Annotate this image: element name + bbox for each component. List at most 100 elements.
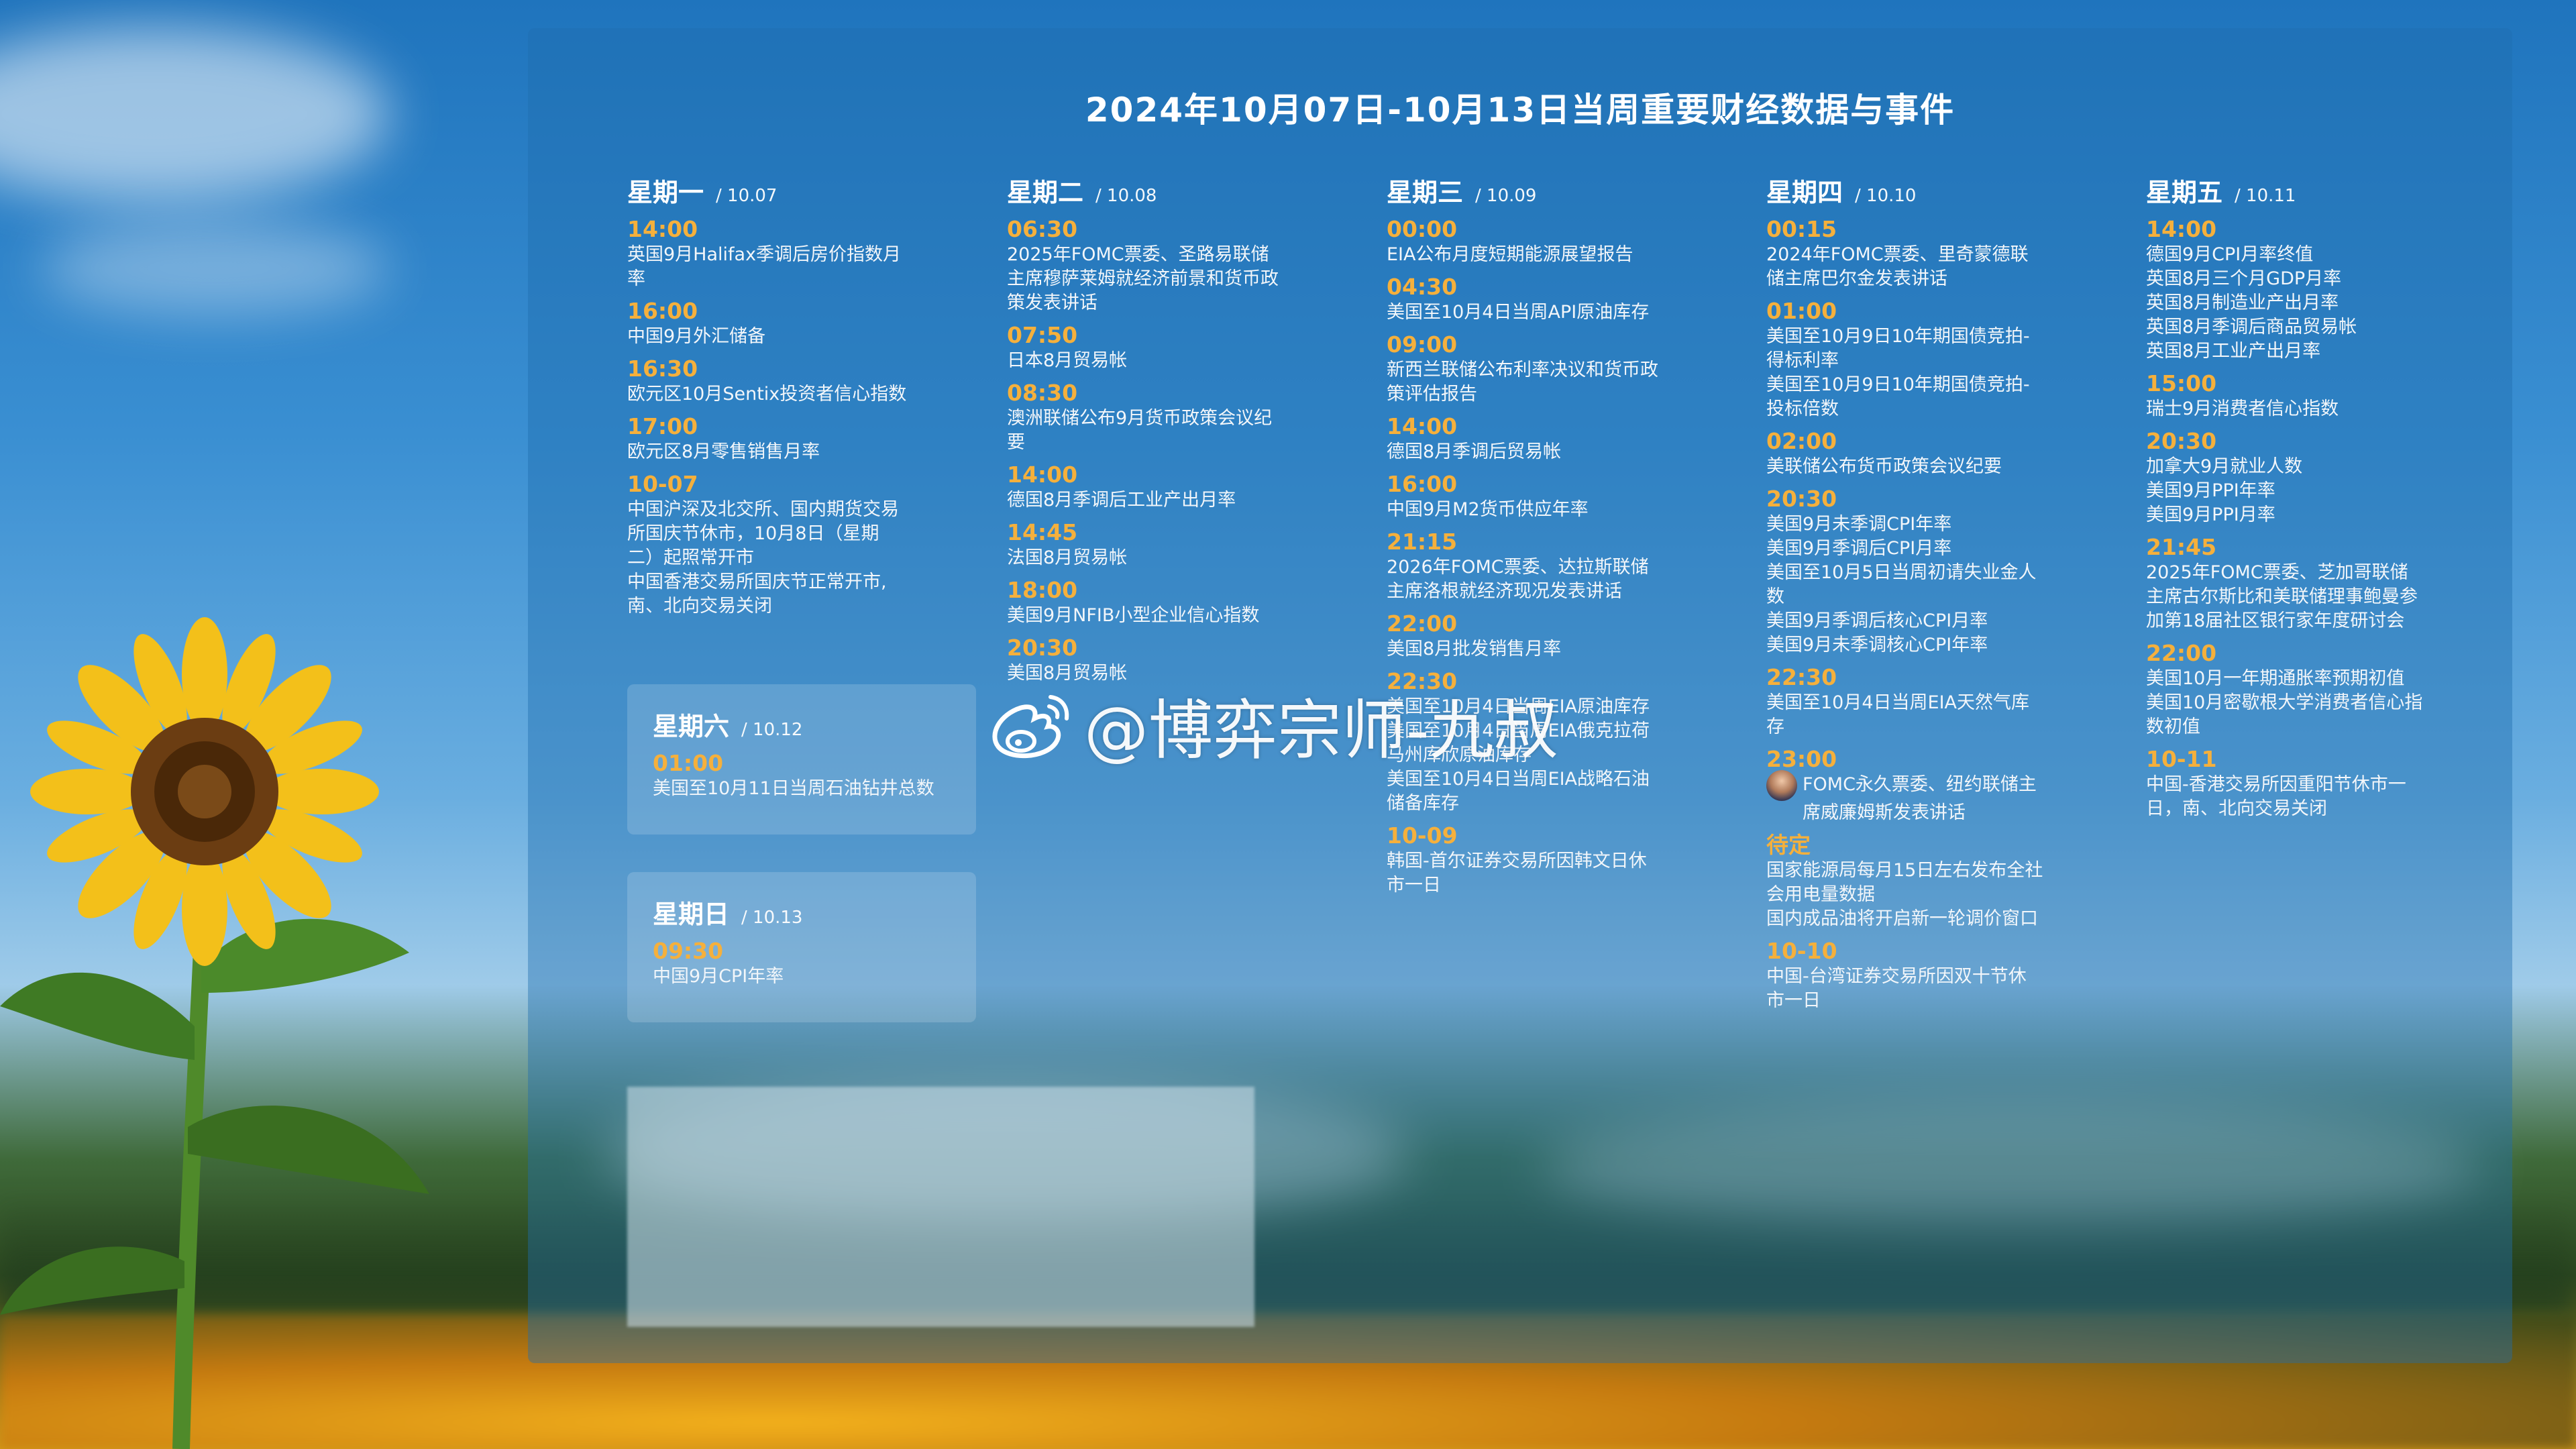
event-list: 00:00 EIA公布月度短期能源展望报告 04:30 美国至10月4日当周API原油…	[1387, 216, 1735, 898]
event-item: 04:30 美国至10月4日当周API原油库存	[1387, 274, 1735, 325]
event-list: 06:30 2025年FOMC票委、圣路易联储 主席穆萨莱姆就经济前景和货币政 策发表…	[1007, 216, 1356, 686]
event-item: 23:00 FOMC永久票委、纽约联储主 席威廉姆斯发表讲话	[1766, 746, 2115, 825]
event-description: 德国8月季调后工业产出月率	[1007, 490, 1236, 511]
event-item: 10-09 韩国-首尔证券交易所因韩文日休 市一日	[1387, 822, 1735, 898]
day-column-tuesday: 星期二 / 10.08 06:30 2025年FOMC票委、圣路易联储 主席穆萨莱姆…	[1007, 172, 1356, 692]
event-item: 21:45 2025年FOMC票委、芝加哥联储 主席古尔斯比和美联储理事鲍曼参 加第1…	[2146, 534, 2495, 633]
event-time: 22:30	[1766, 664, 1837, 690]
event-description: 市一日	[1766, 990, 1821, 1011]
event-time: 10-11	[2146, 746, 2217, 772]
event-description: 加拿大9月就业人数	[2146, 456, 2303, 477]
event-description: 市一日	[1387, 875, 1441, 896]
event-item: 16:00 中国9月M2货币供应年率	[1387, 471, 1735, 522]
event-time: 06:30	[1007, 216, 1078, 242]
event-item: 10-07 中国沪深及北交所、国内期货交易 所国庆节休市，10月8日（星期 二）起照常…	[627, 471, 976, 619]
event-time: 22:00	[2146, 640, 2217, 666]
event-item: 22:00 美国8月批发销售月率	[1387, 610, 1735, 661]
event-item: 01:00 美国至10月9日10年期国债竞拍- 得标利率 美国至10月9日10年期国债…	[1766, 298, 2115, 421]
weibo-icon	[992, 695, 1069, 759]
day-header: 星期五 / 10.11	[2146, 172, 2495, 212]
event-description: 美国10月密歇根大学消费者信心指	[2146, 692, 2423, 713]
event-description: 储备库存	[1387, 793, 1459, 814]
event-time: 09:00	[1387, 331, 1458, 358]
event-description: 国家能源局每月15日左右发布全社	[1766, 860, 2043, 881]
event-description: 美国至10月11日当周石油钻井总数	[653, 778, 934, 799]
page-title: 2024年10月07日-10月13日当周重要财经数据与事件	[1085, 91, 1955, 129]
event-time: 02:00	[1766, 428, 1837, 454]
day-header: 星期一 / 10.07	[627, 172, 976, 212]
event-description: 2024年FOMC票委、里奇蒙德联	[1766, 244, 2029, 265]
day-date: / 10.10	[1855, 186, 1917, 206]
event-description: 欧元区8月零售销售月率	[627, 441, 820, 462]
day-name: 星期四	[1766, 178, 1843, 207]
event-time: 20:30	[2146, 428, 2217, 454]
day-date: / 10.11	[2235, 186, 2296, 206]
event-item: 20:30 美国9月未季调CPI年率 美国9月季调后CPI月率 美国至10月5日当周初…	[1766, 486, 2115, 657]
day-name: 星期一	[627, 178, 704, 207]
event-description: 2025年FOMC票委、芝加哥联储	[2146, 562, 2408, 583]
event-description: 率	[627, 268, 645, 289]
event-time: 待定	[1766, 832, 1811, 858]
event-item: 22:00 美国10月一年期通胀率预期初值 美国10月密歇根大学消费者信心指 数初值	[2146, 640, 2495, 739]
event-list: 14:00 德国9月CPI月率终值 英国8月三个月GDP月率 英国8月制造业产出月率英…	[2146, 216, 2495, 821]
day-header: 星期日 / 10.13	[653, 894, 951, 934]
event-item: 14:00 德国9月CPI月率终值 英国8月三个月GDP月率 英国8月制造业产出月率英…	[2146, 216, 2495, 364]
event-time: 00:15	[1766, 216, 1837, 242]
day-date: / 10.09	[1475, 186, 1537, 206]
event-description: 投标倍数	[1766, 398, 1839, 419]
event-description: 所国庆节休市，10月8日（星期	[627, 523, 879, 544]
event-time: 17:00	[627, 413, 698, 439]
event-description: 存	[1766, 716, 1784, 737]
event-description: 二）起照常开市	[627, 547, 754, 568]
day-column-wednesday: 星期三 / 10.09 00:00 EIA公布月度短期能源展望报告 04:30 美国至…	[1387, 172, 1735, 904]
frosted-overlay	[627, 1087, 1254, 1327]
day-date: / 10.08	[1095, 186, 1157, 206]
event-description: 美国9月PPI年率	[2146, 480, 2275, 501]
day-name: 星期五	[2146, 178, 2223, 207]
event-description: 美国9月季调后CPI月率	[1766, 538, 1952, 559]
event-description: 美国8月批发销售月率	[1387, 639, 1562, 659]
event-time: 14:00	[627, 216, 698, 242]
event-time: 09:30	[653, 938, 724, 964]
event-description: 美国9月NFIB小型企业信心指数	[1007, 605, 1260, 626]
event-time: 16:30	[627, 356, 698, 382]
event-description: 中国-台湾证券交易所因双十节休	[1766, 966, 2027, 987]
event-time: 21:45	[2146, 534, 2217, 560]
event-description: 欧元区10月Sentix投资者信心指数	[627, 384, 907, 405]
event-description: FOMC永久票委、纽约联储主	[1803, 774, 2037, 795]
event-description: 美国至10月9日10年期国债竞拍-	[1766, 374, 2030, 395]
event-description: 中国香港交易所国庆节正常开市,	[627, 572, 887, 592]
event-description: 会用电量数据	[1766, 884, 1875, 905]
event-description: 美国10月一年期通胀率预期初值	[2146, 668, 2405, 689]
day-header: 星期二 / 10.08	[1007, 172, 1356, 212]
event-item: 01:00 美国至10月11日当周石油钻井总数	[653, 750, 951, 801]
event-time: 07:50	[1007, 322, 1078, 348]
event-time: 00:00	[1387, 216, 1458, 242]
event-description: 得标利率	[1766, 350, 1839, 371]
event-description: 主席古尔斯比和美联储理事鲍曼参	[2146, 586, 2418, 607]
event-time: 14:00	[2146, 216, 2217, 242]
event-item: 14:00 英国9月Halifax季调后房价指数月率	[627, 216, 976, 291]
day-header: 星期三 / 10.09	[1387, 172, 1735, 212]
cloud	[0, 27, 389, 201]
event-list: 00:15 2024年FOMC票委、里奇蒙德联 储主席巴尔金发表讲话 01:00 美国至…	[1766, 216, 2115, 1013]
event-description: 席威廉姆斯发表讲话	[1803, 802, 1966, 823]
event-description: 数初值	[2146, 716, 2200, 737]
event-description: 日，南、北向交易关闭	[2146, 798, 2327, 819]
event-time: 23:00	[1766, 746, 1837, 772]
day-name: 星期三	[1387, 178, 1464, 207]
event-description: 瑞士9月消费者信心指数	[2146, 398, 2339, 419]
event-item: 10-11 中国-香港交易所因重阳节休市一 日，南、北向交易关闭	[2146, 746, 2495, 821]
event-list: 01:00 美国至10月11日当周石油钻井总数	[653, 750, 951, 801]
event-item: 20:30 加拿大9月就业人数 美国9月PPI年率 美国9月PPI月率	[2146, 428, 2495, 527]
event-time: 10-10	[1766, 938, 1837, 964]
day-column-friday: 星期五 / 10.11 14:00 德国9月CPI月率终值 英国8月三个月GDP月率…	[2146, 172, 2495, 828]
event-description: 美国9月未季调核心CPI年率	[1766, 635, 1988, 655]
event-description: EIA公布月度短期能源展望报告	[1387, 244, 1633, 265]
event-description: 要	[1007, 432, 1025, 453]
event-item: 09:00 新西兰联储公布利率决议和货币政 策评估报告	[1387, 331, 1735, 407]
day-column-monday: 星期一 / 10.07 14:00 英国9月Halifax季调后房价指数月率 16:…	[627, 172, 976, 625]
event-description: 澳洲联储公布9月货币政策会议纪	[1007, 408, 1273, 429]
event-description: 英国8月工业产出月率	[2146, 341, 2321, 362]
event-description: 美国9月PPI月率	[2146, 504, 2275, 525]
